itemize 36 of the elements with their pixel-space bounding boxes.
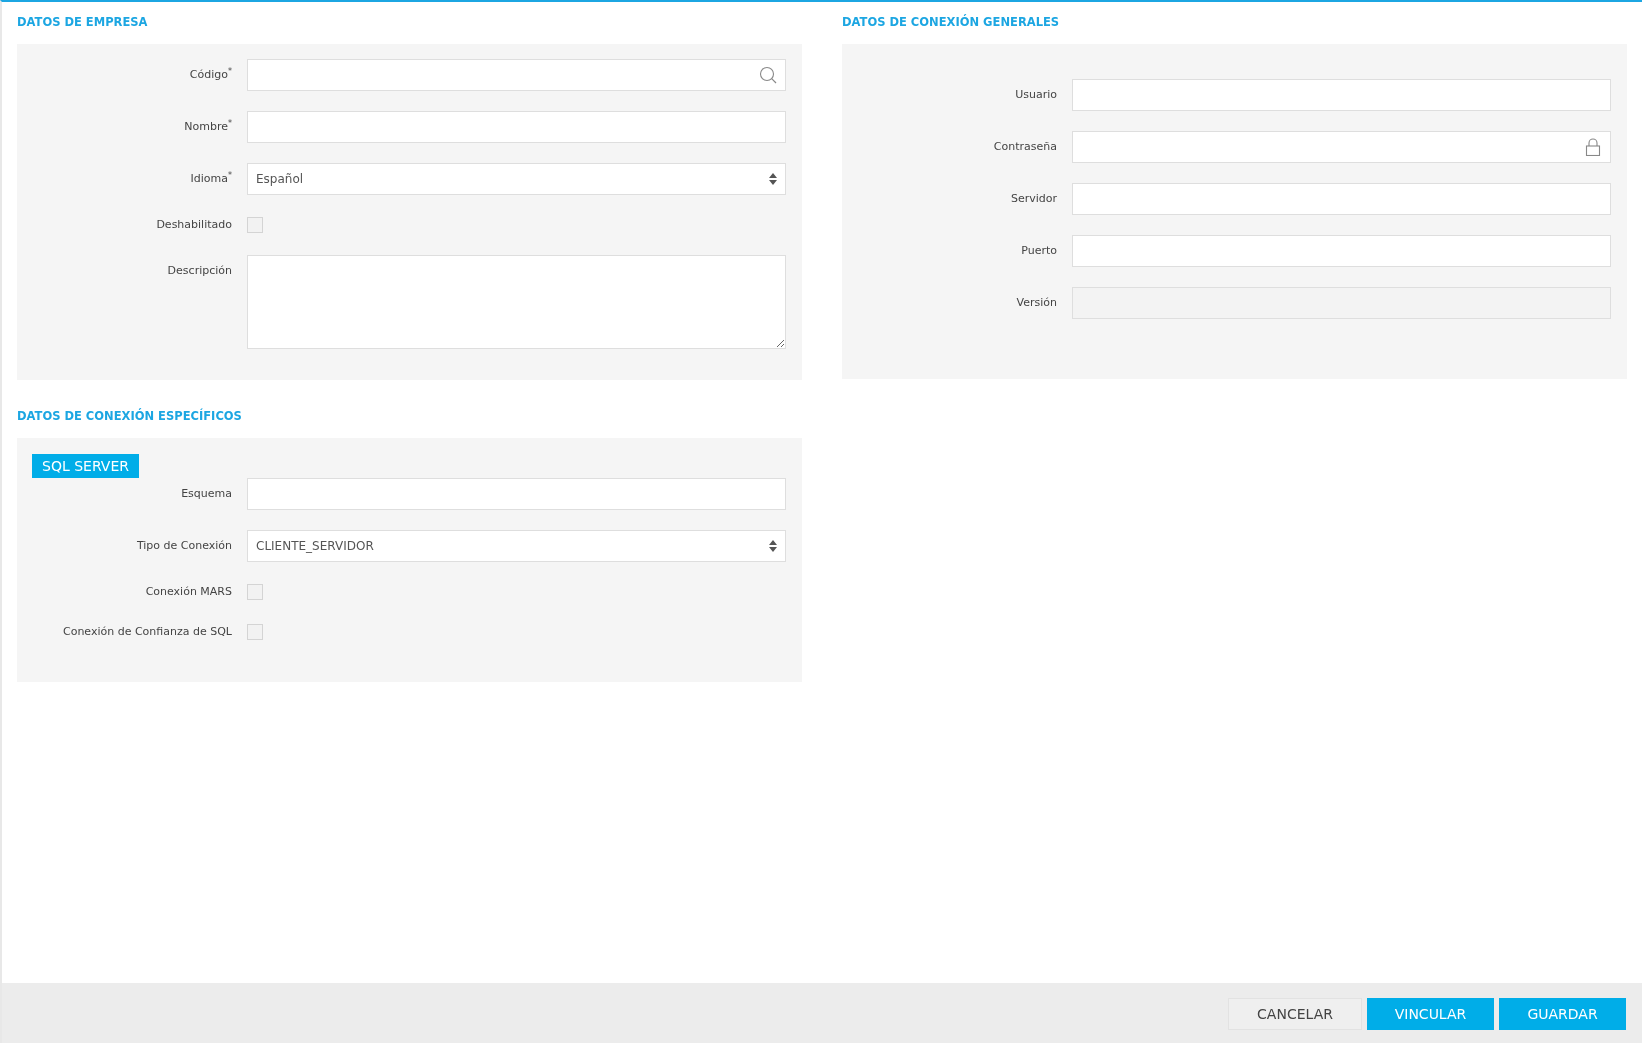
section-title: DATOS DE CONEXIÓN ESPECÍFICOS	[17, 408, 243, 424]
input-field[interactable]	[1072, 79, 1611, 111]
input-field[interactable]	[247, 478, 786, 510]
field-label: Descripción	[166, 263, 233, 279]
cancel-button[interactable]: CANCELAR	[1228, 998, 1362, 1030]
field-label: Contraseña	[992, 139, 1058, 155]
field-label: Código$^{*}$	[188, 66, 233, 83]
section-title: DATOS DE EMPRESA	[17, 14, 149, 30]
checkbox[interactable]	[247, 217, 263, 233]
field-label: Tipo de Conexión	[135, 538, 233, 554]
field-label: Puerto	[1020, 243, 1058, 259]
field-label: Deshabilitado	[155, 217, 233, 233]
select-dropdown[interactable]: Español	[247, 163, 786, 195]
search-icon	[759, 66, 777, 84]
checkbox[interactable]	[247, 584, 263, 600]
lock-icon	[1584, 138, 1602, 156]
field-label: Esquema	[180, 486, 233, 502]
field-label: Usuario	[1014, 87, 1058, 103]
field-label: Conexión de Confianza de SQL	[61, 624, 233, 640]
input-field[interactable]	[1072, 235, 1611, 267]
section-title: DATOS DE CONEXIÓN GENERALES	[842, 14, 1061, 30]
select-dropdown[interactable]: CLIENTE_SERVIDOR	[247, 530, 786, 562]
checkbox[interactable]	[247, 624, 263, 640]
sort-arrows-icon	[769, 173, 777, 185]
search-field[interactable]	[247, 59, 786, 91]
textarea-field[interactable]	[247, 255, 786, 349]
input-field[interactable]	[1072, 183, 1611, 215]
field-label: Conexión MARS	[144, 584, 233, 600]
sort-arrows-icon	[769, 540, 777, 552]
section-tag: SQL SERVER	[32, 454, 139, 478]
field-label: Servidor	[1009, 191, 1058, 207]
password-field[interactable]	[1072, 131, 1611, 163]
field-label: Nombre$^{*}$	[183, 118, 233, 135]
field-label: Idioma$^{*}$	[189, 170, 233, 187]
field-label: Versión	[1015, 295, 1058, 311]
input-field[interactable]	[247, 111, 786, 143]
